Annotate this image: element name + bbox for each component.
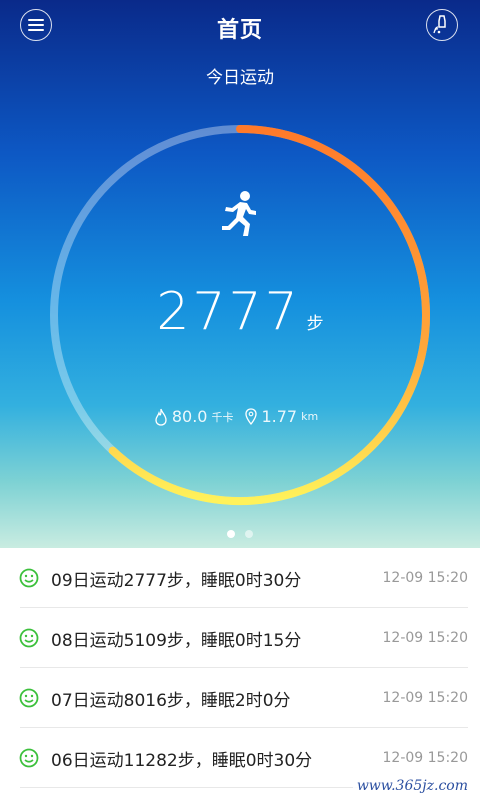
steps-value: 2777: [156, 282, 301, 342]
top-bar: 首页: [0, 0, 480, 50]
flame-icon: [155, 408, 167, 426]
record-row[interactable]: 09日运动2777步，睡眠0时30分 12-09 15:20: [0, 548, 480, 608]
record-time: 12-09 15:20: [382, 690, 468, 706]
record-text: 07日运动8016步，睡眠2时0分: [51, 691, 291, 711]
activity-record-list: 09日运动2777步，睡眠0时30分 12-09 15:20 08日运动5109…: [0, 548, 480, 788]
hero-panel: 首页 今日运动 2777 步 80.0 千卡 1.77 km: [0, 0, 480, 548]
calories-value: 80.0: [171, 407, 208, 426]
record-time: 12-09 15:20: [382, 750, 468, 766]
step-count: 2777 步: [0, 282, 480, 342]
record-text: 06日运动11282步，睡眠0时30分: [51, 751, 313, 771]
record-time: 12-09 15:20: [382, 630, 468, 646]
steps-unit: 步: [306, 314, 324, 334]
smile-icon: [19, 628, 39, 648]
record-row[interactable]: 07日运动8016步，睡眠2时0分 12-09 15:20: [0, 668, 480, 728]
smile-icon: [19, 688, 39, 708]
record-row[interactable]: 08日运动5109步，睡眠0时15分 12-09 15:20: [0, 608, 480, 668]
record-text: 08日运动5109步，睡眠0时15分: [51, 631, 302, 651]
page-dot-2[interactable]: [245, 530, 253, 538]
smile-icon: [19, 748, 39, 768]
wristband-icon: [433, 15, 446, 34]
runner-icon: [222, 191, 256, 236]
watermark: www.365jz.com: [352, 778, 472, 794]
distance-value: 1.77: [261, 407, 298, 426]
page-title: 首页: [216, 18, 263, 43]
page-dot-1[interactable]: [227, 530, 235, 538]
page-indicator: [0, 530, 480, 538]
distance-unit: km: [301, 410, 319, 423]
location-pin-icon: [245, 407, 258, 425]
device-button[interactable]: [426, 9, 458, 41]
activity-stats: 80.0 千卡 1.77 km: [0, 407, 480, 426]
today-activity-label: 今日运动: [206, 68, 274, 88]
smile-icon: [19, 568, 39, 588]
record-text: 09日运动2777步，睡眠0时30分: [51, 571, 302, 591]
calories-unit: 千卡: [211, 410, 234, 424]
record-time: 12-09 15:20: [382, 570, 468, 586]
